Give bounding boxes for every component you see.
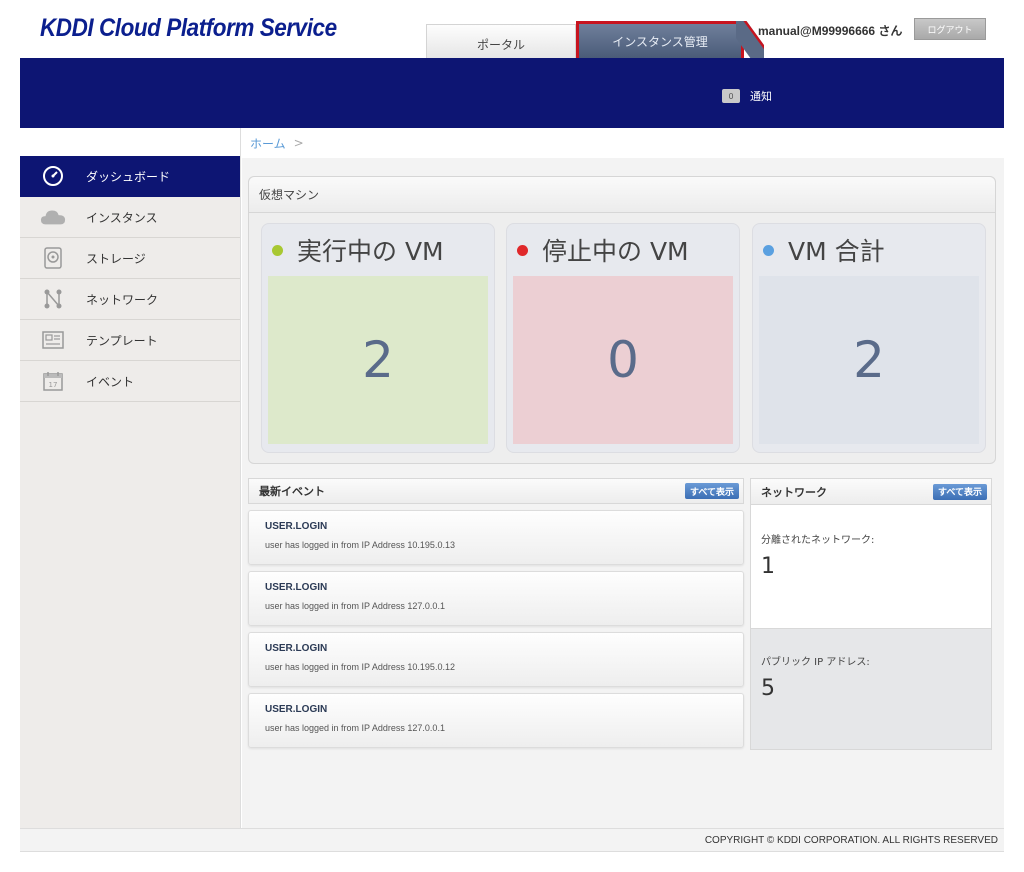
vm-card-header: VM 合計	[753, 224, 985, 276]
vm-card-label: 実行中の VM	[297, 237, 444, 266]
calendar-icon: 17	[40, 370, 66, 392]
sidebar-item-event[interactable]: 17 イベント	[20, 361, 240, 402]
event-item[interactable]: USER.LOGIN user has logged in from IP Ad…	[248, 510, 744, 565]
copyright-text: COPYRIGHT © KDDI CORPORATION. ALL RIGHTS…	[704, 834, 998, 846]
events-header: 最新イベント すべて表示	[248, 478, 744, 504]
sidebar-item-label: インスタンス	[86, 210, 158, 225]
events-title: 最新イベント	[259, 485, 325, 498]
event-type: USER.LOGIN	[265, 704, 328, 715]
sidebar-item-label: テンプレート	[86, 333, 158, 348]
vm-card-header: 実行中の VM	[262, 224, 494, 276]
sidebar-top-spacer	[20, 128, 240, 156]
event-type: USER.LOGIN	[265, 582, 328, 593]
status-dot-total	[763, 244, 774, 256]
tab-portal[interactable]: ポータル	[426, 24, 576, 58]
user-name: manual@M99996666 さん	[758, 24, 903, 38]
event-item[interactable]: USER.LOGIN user has logged in from IP Ad…	[248, 571, 744, 626]
event-description: user has logged in from IP Address 10.19…	[265, 540, 455, 550]
network-title: ネットワーク	[761, 485, 827, 499]
sidebar-item-instances[interactable]: インスタンス	[20, 197, 240, 238]
public-ip-label: パブリック IP アドレス:	[761, 657, 870, 668]
page: KDDI Cloud Platform Service ポータル インスタンス管…	[0, 0, 1024, 872]
tab-instance-management[interactable]: インスタンス管理	[576, 21, 744, 58]
isolated-network-label: 分離されたネットワーク:	[761, 535, 875, 546]
network-icon	[40, 288, 66, 310]
notification-count-badge: 0	[722, 89, 740, 103]
vm-card-label: 停止中の VM	[542, 237, 689, 266]
events-view-all-button[interactable]: すべて表示	[684, 483, 739, 499]
latest-events-panel: 最新イベント すべて表示 USER.LOGIN user has logged …	[248, 478, 744, 758]
vm-card-running[interactable]: 実行中の VM 2	[261, 223, 495, 453]
breadcrumb-separator: >	[293, 136, 304, 150]
vm-card-label: VM 合計	[788, 237, 885, 266]
vm-panel-title: 仮想マシン	[249, 177, 995, 213]
logout-button[interactable]: ログアウト	[914, 18, 986, 40]
virtual-machine-panel: 仮想マシン 実行中の VM 2 停止中の VM 0 VM 合計 2	[248, 176, 996, 464]
vm-card-stopped[interactable]: 停止中の VM 0	[506, 223, 740, 453]
sidebar-item-dashboard[interactable]: ダッシュボード	[20, 156, 240, 197]
template-icon	[40, 329, 66, 351]
sidebar-item-network[interactable]: ネットワーク	[20, 279, 240, 320]
event-type: USER.LOGIN	[265, 643, 328, 654]
event-item[interactable]: USER.LOGIN user has logged in from IP Ad…	[248, 693, 744, 748]
network-header: ネットワーク すべて表示	[751, 479, 991, 505]
isolated-network-section: 分離されたネットワーク: 1	[751, 505, 991, 629]
event-description: user has logged in from IP Address 127.0…	[265, 601, 445, 611]
top-header: KDDI Cloud Platform Service ポータル インスタンス管…	[20, 0, 1004, 58]
event-description: user has logged in from IP Address 10.19…	[265, 662, 455, 672]
vm-card-total[interactable]: VM 合計 2	[752, 223, 986, 453]
event-type: USER.LOGIN	[265, 521, 328, 532]
nav-band: 0 通知	[20, 58, 1004, 128]
kddi-logo[interactable]: KDDI Cloud Platform Service	[40, 14, 337, 43]
vm-card-header: 停止中の VM	[507, 224, 739, 276]
breadcrumb: ホーム >	[242, 128, 1004, 158]
footer: COPYRIGHT © KDDI CORPORATION. ALL RIGHTS…	[20, 828, 1004, 852]
svg-text:17: 17	[49, 381, 58, 389]
network-panel: ネットワーク すべて表示 分離されたネットワーク: 1 パブリック IP アドレ…	[750, 478, 992, 750]
sidebar-item-label: ダッシュボード	[86, 169, 171, 184]
vm-count-stopped: 0	[513, 276, 733, 444]
event-description: user has logged in from IP Address 127.0…	[265, 723, 445, 733]
sidebar-item-storage[interactable]: ストレージ	[20, 238, 240, 279]
status-dot-running	[272, 244, 283, 256]
sidebar: ダッシュボード インスタンス ストレージ ネットワーク テンプレート 17 イベ…	[20, 128, 241, 828]
isolated-network-count: 1	[761, 554, 775, 579]
vm-count-total: 2	[759, 276, 979, 444]
sidebar-item-label: ストレージ	[86, 251, 146, 266]
sidebar-item-template[interactable]: テンプレート	[20, 320, 240, 361]
main-content: ホーム > 仮想マシン 実行中の VM 2 停止中の VM 0 VM 合計 2 …	[242, 128, 1004, 828]
public-ip-count: 5	[761, 676, 775, 701]
notification-label: 通知	[750, 90, 772, 103]
storage-icon	[40, 247, 66, 269]
breadcrumb-home[interactable]: ホーム	[250, 135, 286, 152]
notification[interactable]: 0 通知	[722, 88, 772, 104]
cloud-icon	[40, 206, 66, 228]
sidebar-item-label: ネットワーク	[86, 292, 159, 307]
public-ip-section: パブリック IP アドレス: 5	[751, 629, 991, 749]
dashboard-icon	[40, 165, 66, 187]
vm-count-running: 2	[268, 276, 488, 444]
sidebar-item-label: イベント	[86, 374, 135, 389]
network-view-all-button[interactable]: すべて表示	[932, 483, 987, 500]
event-item[interactable]: USER.LOGIN user has logged in from IP Ad…	[248, 632, 744, 687]
status-dot-stopped	[517, 244, 528, 256]
